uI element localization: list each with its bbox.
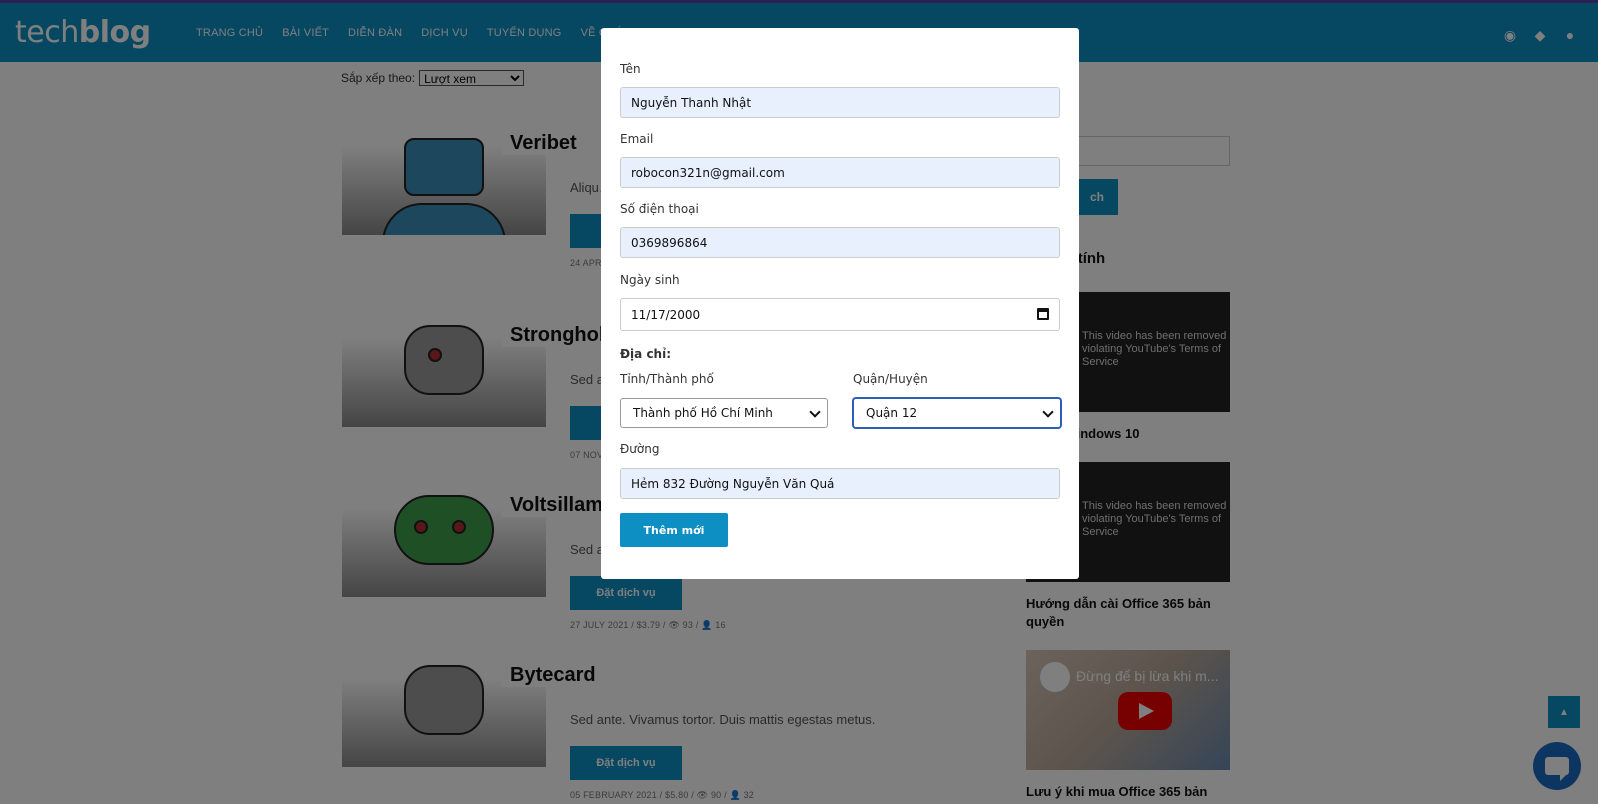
district-select[interactable]: Quận 12 [853, 398, 1061, 428]
dob-label: Ngày sinh [620, 273, 680, 287]
street-label: Đường [620, 442, 660, 456]
phone-field[interactable]: 0369896864 [620, 227, 1060, 258]
address-label: Địa chỉ: [620, 347, 672, 361]
name-field[interactable]: Nguyễn Thanh Nhật [620, 87, 1060, 118]
phone-label: Số điện thoại [620, 202, 699, 216]
add-customer-modal: Tên Nguyễn Thanh Nhật Email robocon321n@… [601, 28, 1079, 579]
dob-value: 11/17/2000 [631, 307, 701, 322]
email-field[interactable]: robocon321n@gmail.com [620, 157, 1060, 188]
province-select[interactable]: Thành phố Hồ Chí Minh [620, 398, 828, 428]
name-label: Tên [620, 62, 641, 76]
province-label: Tỉnh/Thành phố [620, 372, 714, 386]
calendar-icon[interactable] [1037, 308, 1049, 320]
chevron-down-icon [1042, 406, 1054, 418]
dob-field[interactable]: 11/17/2000 [620, 298, 1060, 331]
district-value: Quận 12 [866, 406, 918, 420]
chevron-down-icon [809, 406, 821, 418]
province-value: Thành phố Hồ Chí Minh [633, 406, 773, 420]
street-field[interactable]: Hẻm 832 Đường Nguyễn Văn Quá [620, 468, 1060, 499]
add-new-button[interactable]: Thêm mới [620, 513, 728, 547]
email-label: Email [620, 132, 654, 146]
district-label: Quận/Huyện [853, 372, 928, 386]
